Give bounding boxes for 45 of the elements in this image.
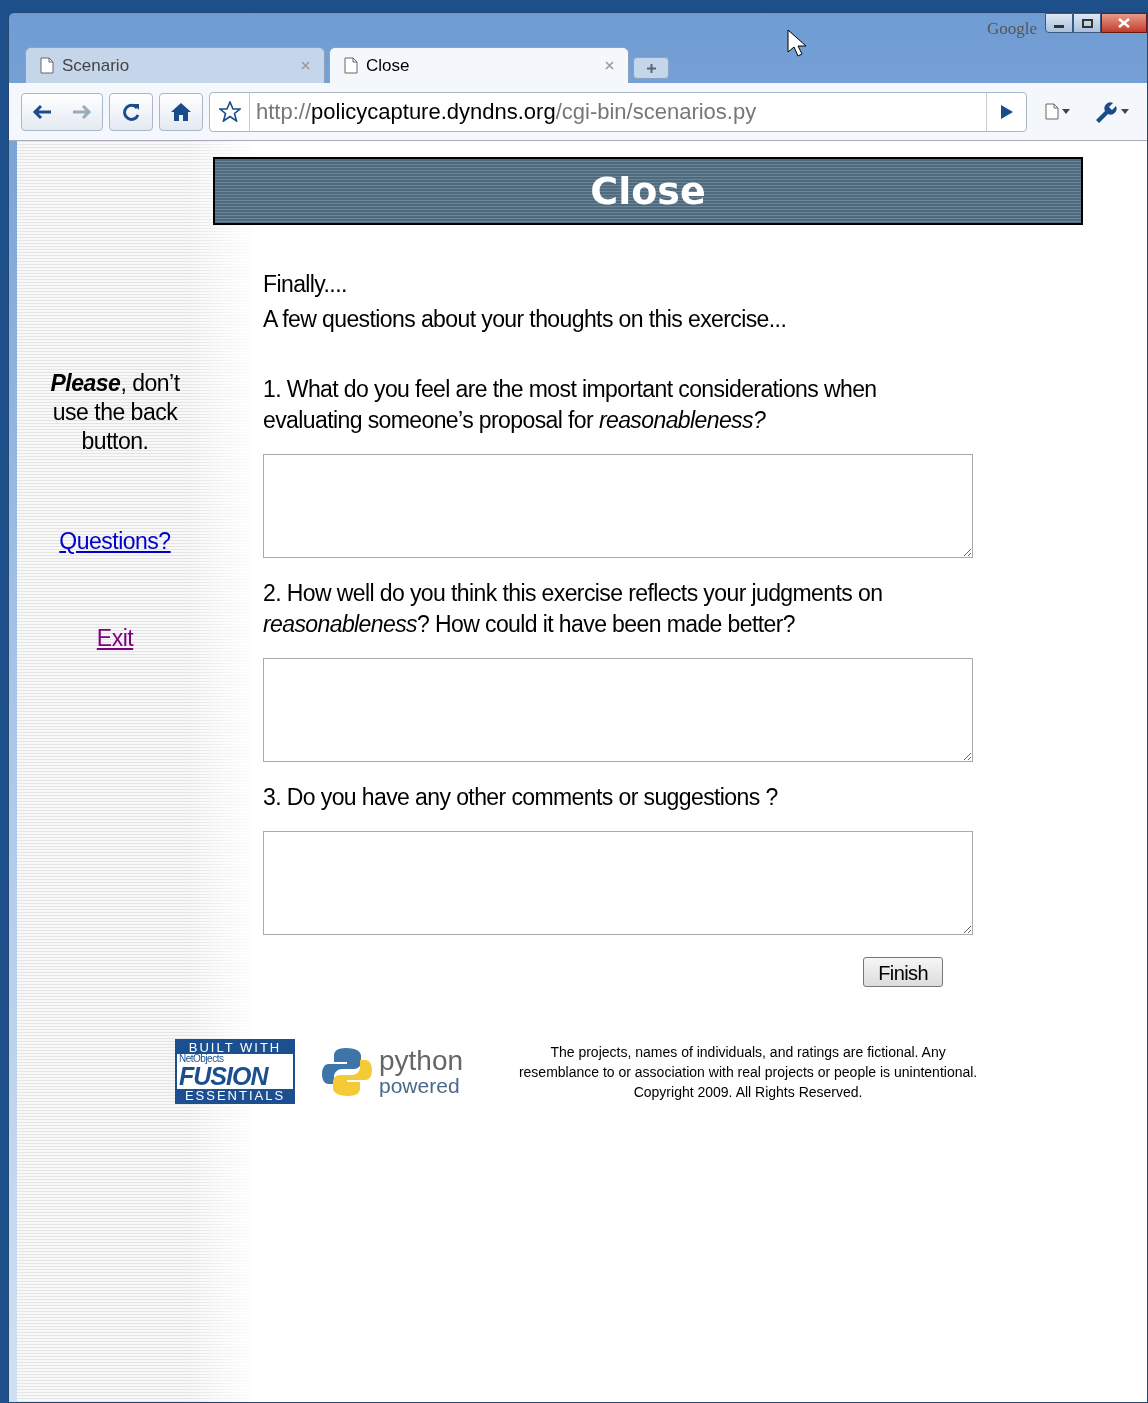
close-tab-icon[interactable] (605, 61, 614, 70)
badge-text: powered (379, 1075, 460, 1096)
close-window-button[interactable] (1101, 13, 1147, 33)
badge-text: BUILT WITH (188, 1041, 283, 1054)
back-button-warning: Please, don’t use the back button. (49, 369, 181, 456)
python-logo-icon (321, 1045, 373, 1098)
back-arrow-icon (32, 103, 52, 120)
caret-icon (1120, 109, 1129, 114)
question-text: 1. What do you feel are the most important considerations when evaluating someone’s proposal for reasonableness? (263, 375, 878, 435)
caret-icon (1061, 109, 1070, 114)
question-text: 2. How well do you think this exercise reflects your judgments on reasonableness? How could it have been made better? (263, 579, 884, 639)
badge-text: python (379, 1047, 464, 1075)
badge-text: FUSION (179, 1064, 270, 1089)
new-tab-button[interactable] (633, 57, 669, 79)
go-icon[interactable] (999, 103, 1014, 120)
finish-button[interactable]: Finish (863, 957, 943, 987)
minimize-button[interactable] (1045, 13, 1073, 33)
page-icon (40, 57, 54, 74)
home-icon (170, 101, 192, 122)
intro-text: A few questions about your thoughts on this exercise... (263, 305, 788, 334)
tab-title: Scenario (62, 54, 131, 77)
sidebar-link[interactable]: Questions? (59, 524, 171, 559)
intro-text: Finally.... (263, 270, 348, 299)
close-icon (1118, 18, 1130, 28)
reload-icon (121, 101, 141, 122)
forward-arrow-icon (72, 103, 92, 120)
sidebar-link[interactable]: Exit (96, 620, 134, 655)
badge-text: ESSENTIALS (183, 1089, 287, 1102)
badge-text: NetObjects (179, 1054, 225, 1064)
address-field[interactable]: http://policycapture.dyndns.org/cgi-bin/scenarios.py (209, 91, 1027, 132)
home-button[interactable] (159, 92, 203, 131)
question-text: 3. Do you have any other comments or suggestions ? (263, 783, 779, 812)
page-menu-icon (1044, 103, 1059, 120)
browser-tab[interactable]: Scenario (25, 47, 325, 83)
star-icon[interactable] (218, 101, 241, 122)
plus-icon (645, 62, 657, 74)
mouse-pointer-icon (787, 29, 807, 57)
reload-button[interactable] (109, 92, 153, 131)
page-icon (344, 57, 358, 74)
browser-tab[interactable]: Close (329, 47, 629, 83)
page-title: Close (590, 167, 706, 215)
brand-label: Google (986, 18, 1037, 40)
tab-title: Close (366, 54, 411, 77)
maximize-button[interactable] (1073, 13, 1101, 33)
disclaimer-text: The projects, names of individuals, and ratings are fictional. Any resemblance to or association with real projects or people is unintentional. Copyright 2009. All Rights Reserved. (517, 1042, 979, 1102)
